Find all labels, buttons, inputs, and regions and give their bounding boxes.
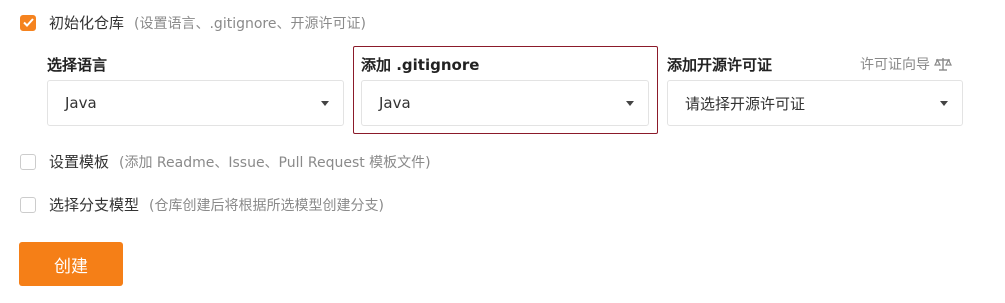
branch-model-hint: (仓库创建后将根据所选模型创建分支) bbox=[149, 197, 384, 214]
branch-model-option[interactable]: 选择分支模型 (仓库创建后将根据所选模型创建分支) bbox=[20, 194, 384, 215]
template-hint: (添加 Readme、Issue、Pull Request 模板文件) bbox=[119, 154, 431, 171]
gitignore-highlight-frame bbox=[353, 46, 658, 134]
template-checkbox[interactable] bbox=[20, 153, 36, 170]
language-label: 选择语言 bbox=[47, 56, 108, 74]
caret-down-icon bbox=[940, 100, 948, 106]
template-label: 设置模板 bbox=[49, 153, 110, 171]
license-select[interactable]: 请选择开源许可证 bbox=[667, 80, 963, 126]
branch-model-checkbox[interactable] bbox=[20, 196, 36, 213]
license-label: 添加开源许可证 bbox=[667, 56, 773, 74]
init-repo-hint: (设置语言、.gitignore、开源许可证) bbox=[134, 15, 366, 32]
license-guide-link[interactable]: 许可证向导 bbox=[860, 54, 952, 74]
init-repo-label: 初始化仓库 bbox=[49, 14, 125, 32]
scale-icon bbox=[934, 58, 952, 71]
license-select-value: 请选择开源许可证 bbox=[685, 94, 806, 113]
template-option[interactable]: 设置模板 (添加 Readme、Issue、Pull Request 模板文件) bbox=[20, 151, 431, 172]
language-select-value: Java bbox=[65, 94, 97, 112]
init-repo-option[interactable]: 初始化仓库 (设置语言、.gitignore、开源许可证) bbox=[20, 12, 366, 33]
init-repo-checkbox[interactable] bbox=[20, 14, 36, 31]
create-button[interactable]: 创建 bbox=[19, 242, 123, 286]
check-icon bbox=[22, 18, 34, 27]
license-guide-label: 许可证向导 bbox=[860, 57, 930, 73]
caret-down-icon bbox=[321, 100, 329, 106]
branch-model-label: 选择分支模型 bbox=[49, 196, 140, 214]
language-select[interactable]: Java bbox=[47, 80, 344, 126]
